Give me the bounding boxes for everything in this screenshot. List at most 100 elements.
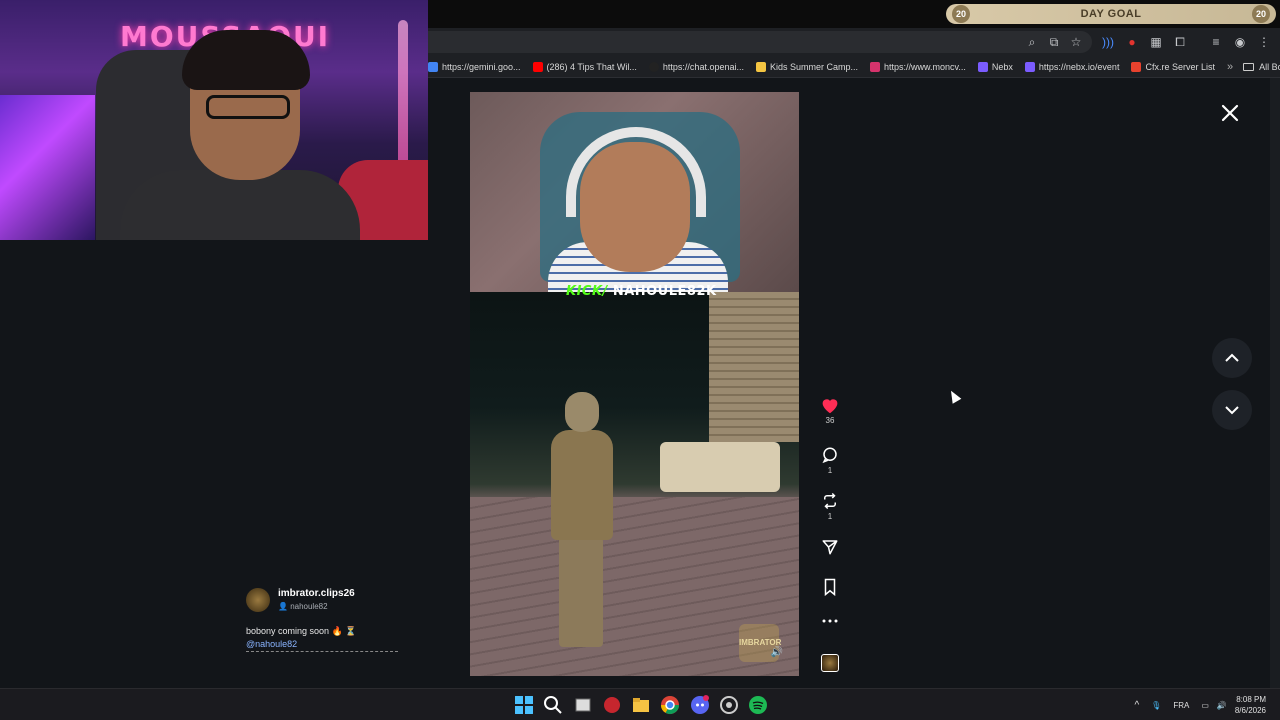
bookmark-item[interactable]: https://www.moncv...	[870, 61, 966, 72]
clock-time: 8:08 PM	[1236, 695, 1266, 704]
comment-icon	[822, 447, 837, 464]
bookmark-label: https://www.moncv...	[884, 61, 966, 72]
microphone-icon[interactable]: 🎙	[1151, 701, 1161, 710]
audio-avatar-icon	[821, 654, 839, 672]
bookmark-favicon	[977, 61, 988, 72]
bookmark-item[interactable]: Cfx.re Server List	[1131, 61, 1215, 72]
volume-tray-icon[interactable]: 🔊	[1217, 701, 1227, 710]
bookmark-label: https://gemini.goo...	[442, 61, 521, 72]
author-handle[interactable]: imbrator.clips26	[278, 588, 355, 599]
character-legs	[559, 537, 603, 647]
close-icon	[1221, 104, 1239, 122]
bookmark-item[interactable]: https://nebx.io/event	[1024, 61, 1120, 72]
next-post-button[interactable]	[1212, 390, 1252, 430]
task-view-icon[interactable]	[573, 695, 593, 715]
bookmarks-bar: https://gemini.goo... (286) 4 Tips That …	[428, 56, 1280, 78]
chevron-up-icon	[1225, 353, 1239, 362]
steam-icon[interactable]	[719, 695, 739, 715]
kick-channel-name: NAHOULE82K	[612, 284, 717, 299]
send-icon	[822, 540, 838, 555]
chrome-icon[interactable]	[660, 695, 680, 715]
extension-record-icon[interactable]: ●	[1124, 34, 1140, 50]
windows-start-icon[interactable]	[514, 695, 534, 715]
video-kick-overlay: KICK/ NAHOULE82K	[566, 284, 717, 299]
like-count: 36	[825, 416, 835, 425]
all-bookmarks-label: All Bookmarks	[1259, 61, 1280, 72]
comment-button[interactable]: 1	[812, 446, 848, 475]
windows-taskbar: ^ 🎙 FRA ▭ 🔊 8:08 PM 8/6/2026	[0, 688, 1280, 720]
bookmark-favicon	[755, 61, 766, 72]
webcam-neon-wall	[0, 95, 95, 240]
install-app-icon[interactable]: ⧉	[1046, 34, 1062, 50]
gameplay-character	[545, 392, 615, 662]
system-clock[interactable]: 8:08 PM 8/6/2026	[1235, 694, 1266, 716]
save-button[interactable]	[812, 578, 848, 596]
bookmark-favicon	[428, 61, 438, 72]
tray-overflow-icon[interactable]: ^	[1134, 700, 1139, 711]
extensions-puzzle-icon[interactable]: ⧠	[1172, 34, 1188, 50]
webcam-streamer	[120, 30, 360, 240]
character-jacket	[551, 430, 613, 540]
address-bar[interactable]	[428, 31, 1092, 53]
bookmark-item[interactable]: https://chat.openai...	[648, 61, 744, 72]
audio-avatar-button[interactable]	[812, 654, 848, 672]
language-indicator[interactable]: FRA	[1173, 701, 1189, 710]
system-tray: ^ 🎙 FRA ▭ 🔊 8:08 PM 8/6/2026	[1134, 689, 1280, 720]
audio-credit[interactable]: 👤 nahoule82	[278, 602, 328, 611]
previous-post-button[interactable]	[1212, 338, 1252, 378]
day-goal-bar: 20 DAY GOAL 20	[946, 4, 1276, 24]
network-icon[interactable]: ▭	[1201, 701, 1209, 710]
bookmark-label: https://nebx.io/event	[1038, 61, 1120, 72]
day-goal-right-value: 20	[1252, 5, 1270, 23]
bookmark-star-icon[interactable]: ☆	[1068, 34, 1084, 50]
character-head	[565, 392, 599, 432]
youtube-icon	[532, 61, 543, 72]
volume-icon[interactable]: 🔊	[771, 647, 783, 658]
extension-wave-icon[interactable]: )))	[1100, 34, 1116, 50]
openai-icon	[648, 61, 659, 72]
bookmark-item[interactable]: (286) 4 Tips That Wil...	[532, 61, 637, 72]
more-options-button[interactable]	[812, 618, 848, 624]
spotify-icon[interactable]	[748, 695, 768, 715]
folder-icon	[1243, 62, 1255, 71]
day-goal-label: DAY GOAL	[1080, 8, 1142, 20]
chrome-menu-icon[interactable]: ⋮	[1256, 34, 1272, 50]
profile-avatar-icon[interactable]: ◉	[1232, 34, 1248, 50]
heart-icon	[822, 399, 838, 414]
like-button[interactable]: 36	[812, 396, 848, 425]
page-scrollbar[interactable]	[1270, 78, 1280, 688]
file-explorer-icon[interactable]	[631, 695, 651, 715]
search-icon[interactable]	[543, 695, 563, 715]
comment-count: 1	[827, 466, 833, 475]
extension-qr-icon[interactable]: ▦	[1148, 34, 1164, 50]
gameplay-sofa	[660, 442, 780, 492]
close-button[interactable]	[1219, 102, 1241, 124]
bookmark-item[interactable]: Nebx	[977, 61, 1013, 72]
bookmark-item[interactable]: https://gemini.goo...	[428, 61, 521, 72]
share-button[interactable]	[812, 538, 848, 556]
bookmark-label: Nebx	[991, 61, 1013, 72]
caption-divider	[246, 651, 398, 652]
discord-icon[interactable]	[690, 695, 710, 715]
all-bookmarks-button[interactable]: All Bookmarks	[1243, 62, 1280, 72]
streamer-webcam: MOUSSAOUI	[0, 0, 428, 240]
bookmark-icon	[824, 578, 836, 596]
bookmark-label: Cfx.re Server List	[1145, 61, 1215, 72]
bookmark-label: Kids Summer Camp...	[769, 61, 859, 72]
gameplay-house	[709, 292, 799, 442]
bookmark-favicon	[1131, 61, 1142, 72]
zoom-icon[interactable]: ⌕	[1024, 34, 1040, 50]
chevron-double-right-icon[interactable]: »	[1227, 61, 1233, 73]
chevron-down-icon	[1225, 406, 1239, 415]
author-avatar[interactable]	[246, 588, 270, 612]
repost-button[interactable]: 1	[812, 492, 848, 521]
browser-toolbar: ⌕ ⧉ ☆ ))) ● ▦ ⧠ ≡ ◉ ⋮	[428, 28, 1280, 56]
bookmark-item[interactable]: Kids Summer Camp...	[755, 61, 859, 72]
caption-mention[interactable]: @nahoule82	[246, 639, 297, 649]
screen: 20 DAY GOAL 20 ⌕ ⧉ ☆ ))) ● ▦ ⧠ ≡ ◉ ⋮ htt…	[0, 0, 1280, 720]
video-gameplay	[470, 292, 799, 676]
red-app-icon[interactable]	[602, 695, 622, 715]
reading-list-icon[interactable]: ≡	[1208, 34, 1224, 50]
video-player[interactable]: KICK/ NAHOULE82K IMBRATOR CLIPS 🔊	[470, 92, 799, 676]
bookmark-favicon	[870, 61, 881, 72]
